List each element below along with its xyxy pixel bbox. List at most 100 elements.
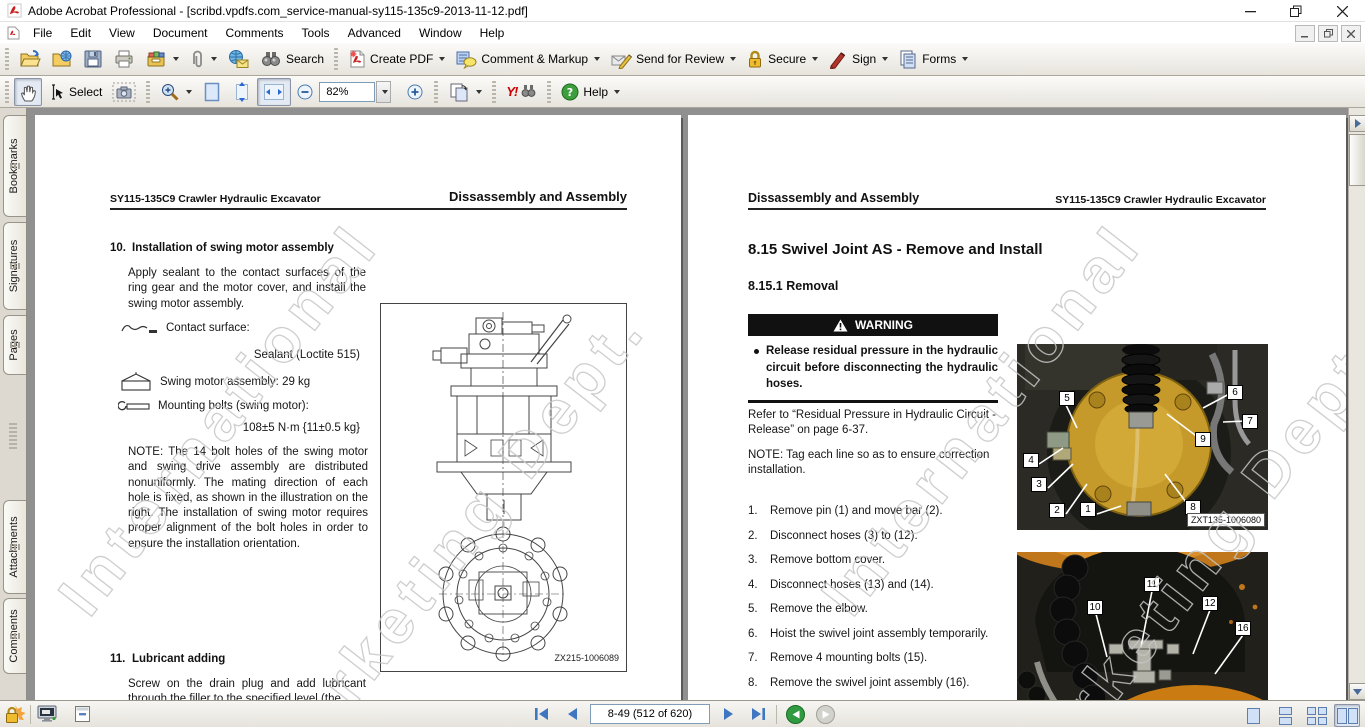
fit-width-button[interactable] (257, 78, 291, 106)
print-button[interactable] (108, 45, 140, 73)
next-view-button[interactable] (813, 704, 837, 724)
doc-restore-button[interactable] (1318, 25, 1338, 42)
close-button[interactable] (1319, 0, 1365, 22)
callout-4: 4 (1023, 453, 1039, 468)
attach-button[interactable] (184, 45, 222, 73)
tab-comments[interactable]: Comments (3, 598, 26, 674)
hand-tool-button[interactable] (14, 78, 42, 106)
toolbar-grip[interactable] (547, 81, 551, 103)
search-button[interactable]: Search (255, 46, 329, 72)
zoom-tool-dropdown[interactable] (186, 90, 192, 94)
send-review-button[interactable]: Send for Review (605, 45, 741, 73)
doc-close-button[interactable] (1341, 25, 1361, 42)
step-number: 7. (748, 652, 758, 664)
step-number: 5. (748, 603, 758, 615)
page-number-input[interactable]: 8-49 (512 of 620) (590, 704, 710, 724)
tab-bookmarks[interactable]: Bookmarks (3, 115, 26, 217)
toolbar-grip[interactable] (146, 81, 150, 103)
weight-row: Swing motor assembly: 29 kg (118, 371, 310, 393)
open-web-button[interactable] (46, 45, 78, 73)
bolts-row: Mounting bolts (swing motor): (118, 399, 309, 413)
tab-pages[interactable]: Pages (3, 315, 26, 375)
minimize-button[interactable] (1227, 0, 1273, 22)
step-text: Remove pin (1) and move bar (2). (770, 505, 1016, 517)
page-display-dropdown[interactable] (476, 90, 482, 94)
zoom-tool-button[interactable] (155, 78, 197, 106)
help-button[interactable]: ?Help (556, 79, 625, 105)
next-page-button[interactable] (716, 704, 740, 724)
callout-9: 9 (1195, 432, 1211, 447)
page-size-icon[interactable] (74, 705, 91, 727)
previous-page-button[interactable] (560, 704, 584, 724)
yahoo-search-button[interactable]: Y! (501, 80, 542, 103)
doc-minimize-button[interactable] (1295, 25, 1315, 42)
pdf-page-right: Dissassembly and Assembly SY115-135C9 Cr… (688, 115, 1346, 700)
toolbar-grip[interactable] (492, 81, 496, 103)
document-window-controls (1295, 25, 1361, 42)
single-page-layout-button[interactable] (1240, 704, 1266, 727)
zoom-level-dropdown[interactable] (376, 81, 391, 103)
scroll-down-button[interactable] (1349, 683, 1365, 700)
secure-button[interactable]: Secure (741, 45, 823, 73)
continuous-facing-layout-button[interactable] (1304, 704, 1330, 727)
callout-3: 3 (1031, 477, 1047, 492)
scrollbar-thumb[interactable] (1349, 134, 1365, 186)
document-security-icon[interactable] (4, 705, 26, 727)
sign-button[interactable]: Sign (823, 45, 893, 73)
open-button[interactable] (14, 45, 46, 73)
facing-layout-button[interactable] (1334, 704, 1360, 727)
forms-button[interactable]: Forms (893, 45, 973, 73)
pane-toggle-button[interactable] (1349, 115, 1365, 132)
page-display-button[interactable] (443, 78, 487, 106)
screen-view-icon[interactable] (37, 705, 57, 727)
fit-page-button[interactable] (197, 77, 227, 107)
menu-edit[interactable]: Edit (61, 24, 100, 42)
menu-file[interactable]: File (24, 24, 61, 42)
snapshot-button[interactable] (107, 78, 141, 106)
menu-comments[interactable]: Comments (217, 24, 293, 42)
menu-advanced[interactable]: Advanced (339, 24, 410, 42)
document-pane[interactable]: SY115-135C9 Crawler Hydraulic Excavator … (27, 108, 1348, 700)
menu-view[interactable]: View (100, 24, 144, 42)
continuous-layout-button[interactable] (1272, 704, 1298, 727)
step-item: 5.Remove the elbow. (748, 603, 1016, 615)
zoom-level-input[interactable]: 82% (319, 82, 375, 102)
sign-dropdown[interactable] (882, 57, 888, 61)
menu-document[interactable]: Document (144, 24, 217, 42)
last-page-button[interactable] (746, 704, 770, 724)
toolbar-grip[interactable] (5, 81, 9, 103)
email-button[interactable] (222, 45, 255, 73)
comment-markup-button[interactable]: Comment & Markup (450, 45, 605, 73)
restore-button[interactable] (1273, 0, 1319, 22)
organizer-dropdown[interactable] (173, 57, 179, 61)
fit-height-button[interactable] (227, 77, 257, 107)
menu-window[interactable]: Window (410, 24, 471, 42)
forms-dropdown[interactable] (962, 57, 968, 61)
previous-view-button[interactable] (783, 704, 807, 724)
select-tool-button[interactable]: Select (42, 79, 107, 105)
create-pdf-button[interactable]: Create PDF (343, 45, 450, 73)
toolbar-grip[interactable] (334, 48, 338, 70)
yahoo-logo: Y! (506, 84, 517, 99)
splitter-handle[interactable] (9, 423, 17, 451)
zoom-out-button[interactable] (291, 79, 319, 105)
tab-attachments[interactable]: Attachments (3, 500, 26, 594)
vertical-scrollbar[interactable] (1348, 108, 1365, 700)
help-dropdown[interactable] (614, 90, 620, 94)
svg-text:?: ? (567, 86, 573, 99)
menu-tools[interactable]: Tools (293, 24, 339, 42)
tab-signatures[interactable]: Signatures (3, 222, 26, 310)
organizer-button[interactable] (140, 45, 184, 73)
toolbar-grip[interactable] (5, 48, 9, 70)
zoom-in-button[interactable] (401, 79, 429, 105)
secure-dropdown[interactable] (812, 57, 818, 61)
item-11-title: Lubricant adding (132, 653, 225, 665)
menu-help[interactable]: Help (471, 24, 514, 42)
attach-dropdown[interactable] (211, 57, 217, 61)
save-button[interactable] (78, 45, 108, 73)
send-review-dropdown[interactable] (730, 57, 736, 61)
comment-markup-dropdown[interactable] (594, 57, 600, 61)
first-page-button[interactable] (530, 704, 554, 724)
toolbar-grip[interactable] (434, 81, 438, 103)
create-pdf-dropdown[interactable] (439, 57, 445, 61)
